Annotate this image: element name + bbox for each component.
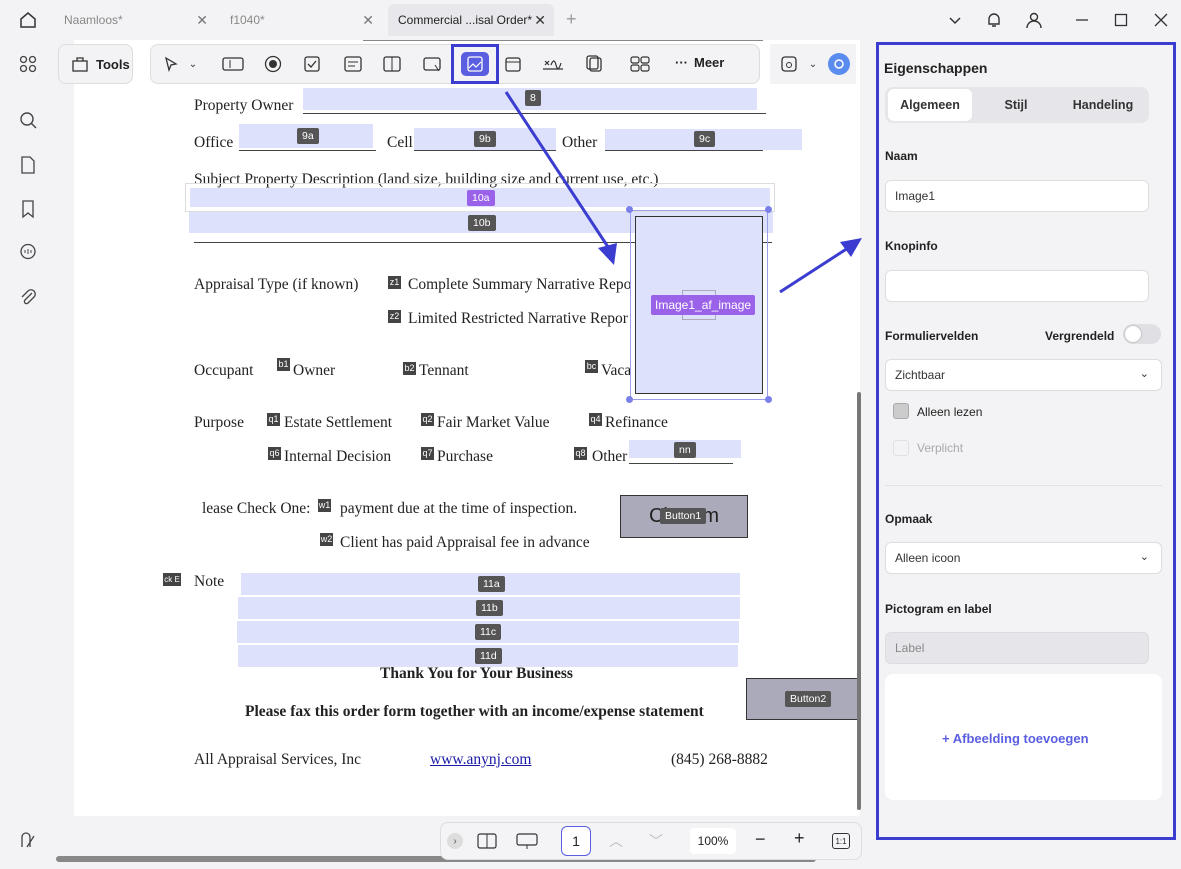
tab-handeling[interactable]: Handeling (1060, 89, 1146, 121)
zoom-level[interactable]: 100% (690, 828, 736, 854)
zoom-out-icon[interactable]: − (755, 829, 766, 850)
chevron-up-icon[interactable]: ︿ (609, 831, 623, 851)
two-page-view-icon[interactable] (477, 832, 497, 855)
chevron-down-icon: ⌄ (1139, 551, 1149, 563)
locked-label: Vergrendeld (1045, 329, 1115, 343)
collapse-icon[interactable]: › (447, 833, 463, 849)
layout-select[interactable]: Alleen icoon ⌄ (885, 542, 1162, 574)
presentation-icon[interactable] (516, 832, 538, 855)
name-label: Naam (885, 149, 918, 163)
form-fields-label: Formuliervelden (885, 329, 979, 343)
toggle-knob (1125, 326, 1141, 342)
actual-size-icon[interactable]: 1:1 (832, 833, 850, 849)
tab-stijl[interactable]: Stijl (974, 89, 1058, 121)
required-label: Verplicht (917, 441, 964, 455)
page-number-input[interactable]: 1 (561, 826, 591, 856)
tooltip-label: Knopinfo (885, 239, 938, 253)
layout-label: Opmaak (885, 512, 933, 526)
tooltip-input[interactable] (885, 270, 1149, 302)
chevron-down-icon: ⌄ (1139, 368, 1149, 380)
readonly-checkbox[interactable] (893, 403, 909, 419)
icon-label-title: Pictogram en label (885, 602, 992, 616)
add-image-button[interactable]: + Afbeelding toevoegen (942, 731, 1089, 746)
readonly-label: Alleen lezen (917, 405, 983, 419)
zoom-in-icon[interactable]: + (794, 828, 805, 849)
visibility-select[interactable]: Zichtbaar ⌄ (885, 359, 1162, 391)
required-checkbox[interactable] (893, 440, 909, 456)
name-input[interactable]: Image1 (885, 180, 1149, 212)
label-input[interactable]: Label (885, 632, 1149, 664)
chevron-down-icon[interactable]: ﹀ (649, 831, 663, 851)
properties-panel: Eigenschappen Algemeen Stijl Handeling N… (876, 42, 1176, 840)
page-navigation-bar: › 1 ︿ ﹀ 100% − + 1:1 (440, 822, 862, 860)
visibility-value: Zichtbaar (895, 368, 946, 382)
tab-algemeen[interactable]: Algemeen (888, 89, 972, 121)
vertical-scrollbar[interactable] (857, 392, 861, 810)
panel-title: Eigenschappen (884, 60, 988, 76)
locked-toggle[interactable] (1123, 324, 1161, 344)
layout-value: Alleen icoon (895, 551, 961, 565)
divider (885, 485, 1162, 486)
